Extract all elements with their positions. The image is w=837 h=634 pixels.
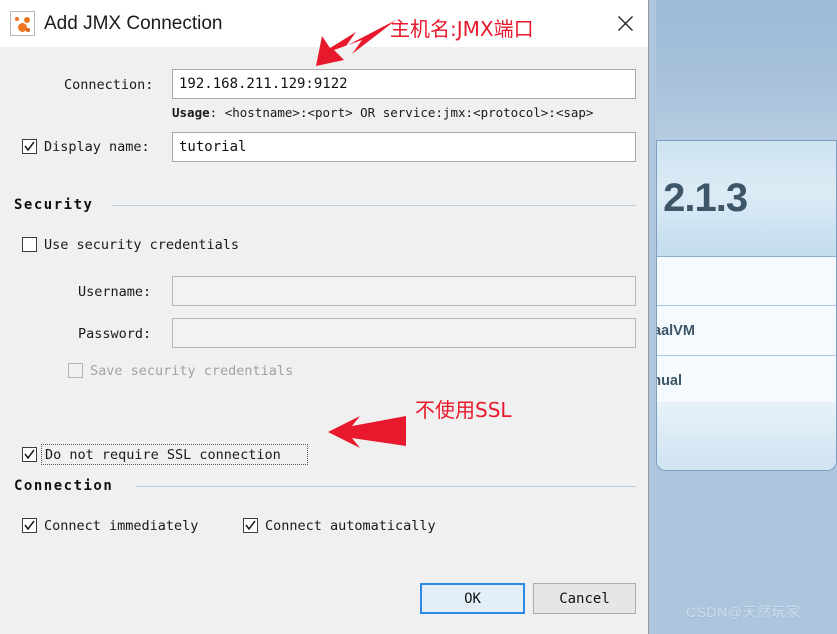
use-security-credentials-label: Use security credentials (44, 237, 240, 253)
background-tabstrip (656, 0, 837, 141)
display-name-checkbox[interactable] (22, 139, 37, 154)
password-label: Password: (78, 326, 152, 342)
no-ssl-checkbox[interactable] (22, 447, 37, 462)
connect-immediately-label: Connect immediately (44, 518, 199, 534)
background-link-row[interactable]: ence Manual (657, 357, 836, 406)
close-icon[interactable] (602, 0, 648, 47)
security-section-divider (112, 205, 636, 206)
usage-hint-prefix: Usage (172, 105, 210, 120)
use-security-credentials-checkbox[interactable] (22, 237, 37, 252)
dialog-title: Add JMX Connection (44, 12, 223, 34)
visualvm-icon (10, 11, 35, 36)
usage-hint: Usage: <hostname>:<port> OR service:jmx:… (172, 105, 593, 120)
cancel-button[interactable]: Cancel (533, 583, 636, 614)
annotation-no-ssl-text: 不使用SSL (415, 398, 512, 422)
background-card-header: VM 2.1.3 (657, 141, 836, 257)
background-welcome-card: VM 2.1.3 l with GraalVM ence Manual Refe… (656, 141, 837, 471)
connection-label: Connection: (64, 77, 154, 93)
display-name-label: Display name: (44, 139, 150, 155)
connection-section-divider (136, 486, 636, 487)
add-jmx-connection-dialog: Add JMX Connection Connection: 192.168.2… (0, 0, 649, 634)
background-link-row[interactable]: l with GraalVM (657, 307, 836, 356)
background-product-title: VM 2.1.3 (657, 176, 748, 221)
connect-automatically-checkbox[interactable] (243, 518, 258, 533)
connect-automatically-label: Connect automatically (265, 518, 436, 534)
no-ssl-label: Do not require SSL connection (45, 447, 281, 463)
ok-button[interactable]: OK (420, 583, 525, 614)
annotation-host-port-text: 主机名:JMX端口 (390, 17, 534, 41)
annotation-host-port-arrow (316, 20, 396, 66)
annotation-no-ssl-arrow (328, 416, 406, 448)
username-label: Username: (78, 284, 152, 300)
save-security-credentials-label: Save security credentials (90, 363, 294, 379)
connect-immediately-checkbox[interactable] (22, 518, 37, 533)
display-name-input[interactable]: tutorial (172, 132, 636, 162)
save-security-credentials-checkbox (68, 363, 83, 378)
usage-hint-text: : <hostname>:<port> OR service:jmx:<prot… (209, 105, 594, 120)
password-input[interactable] (172, 318, 636, 348)
dialog-content: Connection: 192.168.211.129:9122 Usage: … (0, 47, 648, 634)
connection-section-title: Connection (14, 478, 122, 494)
username-input[interactable] (172, 276, 636, 306)
connection-input[interactable]: 192.168.211.129:9122 (172, 69, 636, 99)
background-link-row[interactable] (657, 257, 836, 306)
watermark: CSDN@天然玩家 (686, 604, 801, 620)
security-section-title: Security (14, 197, 102, 213)
background-card-footer (657, 402, 836, 470)
background-product-version: 2.1.3 (657, 176, 748, 220)
